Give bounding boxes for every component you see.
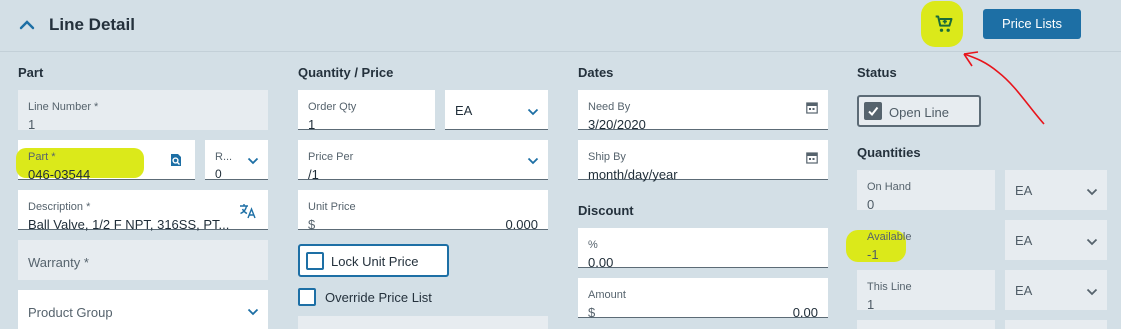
line-detail-header: Line Detail Price Lists: [0, 0, 1121, 52]
part-search-icon[interactable]: [169, 153, 183, 167]
description-label: Description *: [28, 201, 91, 213]
on-hand-uom-select[interactable]: EA: [1005, 170, 1107, 210]
need-by-value: 3/20/2020: [588, 117, 646, 132]
revision-label: R...: [215, 151, 233, 163]
chevron-down-icon[interactable]: [247, 157, 259, 165]
price-lists-button[interactable]: Price Lists: [983, 9, 1081, 39]
lock-unit-price-checkbox[interactable]: Lock Unit Price: [298, 244, 449, 277]
unit-price-value: 0.000: [505, 217, 538, 232]
unit-price-label: Unit Price: [308, 201, 356, 213]
available-value: -1: [867, 247, 879, 262]
lock-unit-price-label: Lock Unit Price: [331, 254, 419, 269]
this-line-field: This Line 1: [857, 270, 995, 312]
ship-by-label: Ship By: [588, 151, 626, 163]
discount-percent-label: %: [588, 239, 598, 251]
translate-icon[interactable]: [239, 203, 257, 219]
next-quantity-field: [857, 320, 995, 329]
revision-value: 0: [215, 167, 222, 181]
dates-section-title: Dates: [578, 65, 614, 80]
warranty-placeholder: Warranty *: [28, 255, 89, 270]
on-hand-label: On Hand: [867, 181, 912, 193]
description-field[interactable]: Description * Ball Valve, 1/2 F NPT, 316…: [18, 190, 268, 232]
override-price-list-label: Override Price List: [325, 290, 432, 305]
discount-percent-value: 0.00: [588, 255, 614, 270]
ship-by-value: month/day/year: [588, 167, 678, 182]
order-qty-field[interactable]: Order Qty 1: [298, 90, 435, 132]
order-qty-value: 1: [308, 117, 316, 132]
next-quantity-uom[interactable]: [1005, 320, 1107, 329]
chevron-down-icon[interactable]: [527, 108, 539, 116]
this-line-label: This Line: [867, 281, 912, 293]
discount-amount-label: Amount: [588, 289, 626, 301]
checkbox-square[interactable]: [298, 288, 316, 306]
order-qty-label: Order Qty: [308, 101, 357, 113]
warranty-field[interactable]: Warranty *: [18, 240, 268, 280]
cart-icon[interactable]: [934, 14, 954, 34]
discount-percent-field[interactable]: % 0.00: [578, 228, 828, 270]
status-section-title: Status: [857, 65, 897, 80]
quantity-price-section-title: Quantity / Price: [298, 65, 394, 80]
chevron-down-icon[interactable]: [1086, 238, 1098, 246]
discount-amount-field[interactable]: Amount $ 0.00: [578, 278, 828, 320]
order-uom-select[interactable]: EA: [445, 90, 548, 130]
revision-field[interactable]: R... 0: [205, 140, 268, 181]
open-line-checkbox[interactable]: Open Line: [857, 95, 981, 127]
part-value: 046-03544: [28, 167, 91, 182]
product-group-field[interactable]: Product Group: [18, 290, 268, 329]
chevron-up-icon[interactable]: [16, 14, 38, 36]
this-line-uom-select[interactable]: EA: [1005, 270, 1107, 310]
price-per-select[interactable]: Price Per /1: [298, 140, 548, 182]
discount-section-title: Discount: [578, 203, 634, 218]
need-by-field[interactable]: Need By 3/20/2020: [578, 90, 828, 132]
calendar-icon[interactable]: [806, 151, 818, 164]
calendar-icon[interactable]: [806, 101, 818, 114]
available-field: Available -1: [857, 220, 995, 262]
chevron-down-icon[interactable]: [527, 157, 539, 165]
checkmark-icon: [868, 106, 879, 117]
this-line-uom-value: EA: [1015, 283, 1033, 298]
chevron-down-icon[interactable]: [1086, 188, 1098, 196]
next-field[interactable]: [298, 316, 548, 329]
available-label: Available: [867, 231, 912, 243]
discount-amount-value: 0.00: [792, 305, 818, 320]
checkbox-checked[interactable]: [864, 102, 882, 120]
part-section-title: Part: [18, 65, 44, 80]
on-hand-field: On Hand 0: [857, 170, 995, 212]
section-title: Line Detail: [49, 15, 135, 34]
part-label: Part *: [28, 151, 56, 163]
line-number-label: Line Number *: [28, 101, 99, 113]
chevron-down-icon[interactable]: [247, 308, 259, 316]
available-uom-select[interactable]: EA: [1005, 220, 1107, 260]
product-group-placeholder: Product Group: [28, 305, 113, 320]
this-line-value: 1: [867, 297, 875, 312]
override-price-list-checkbox[interactable]: Override Price List: [298, 287, 478, 307]
discount-amount-currency: $: [588, 305, 596, 320]
checkbox-square[interactable]: [306, 252, 324, 270]
chevron-down-icon[interactable]: [1086, 288, 1098, 296]
part-field[interactable]: Part * 046-03544: [16, 140, 195, 182]
open-line-label: Open Line: [889, 105, 949, 120]
line-number-field: Line Number * 1: [18, 90, 268, 132]
unit-price-currency: $: [308, 217, 316, 232]
order-uom-value: EA: [455, 103, 473, 118]
quantities-section-title: Quantities: [857, 145, 921, 160]
on-hand-uom-value: EA: [1015, 183, 1033, 198]
available-uom-value: EA: [1015, 233, 1033, 248]
line-number-value: 1: [28, 117, 36, 132]
on-hand-value: 0: [867, 197, 875, 212]
price-per-label: Price Per: [308, 151, 354, 163]
need-by-label: Need By: [588, 101, 631, 113]
description-value: Ball Valve, 1/2 F NPT, 316SS, PT...: [28, 217, 230, 232]
ship-by-field[interactable]: Ship By month/day/year: [578, 140, 828, 182]
unit-price-field[interactable]: Unit Price $ 0.000: [298, 190, 548, 232]
price-per-value: /1: [308, 167, 319, 182]
